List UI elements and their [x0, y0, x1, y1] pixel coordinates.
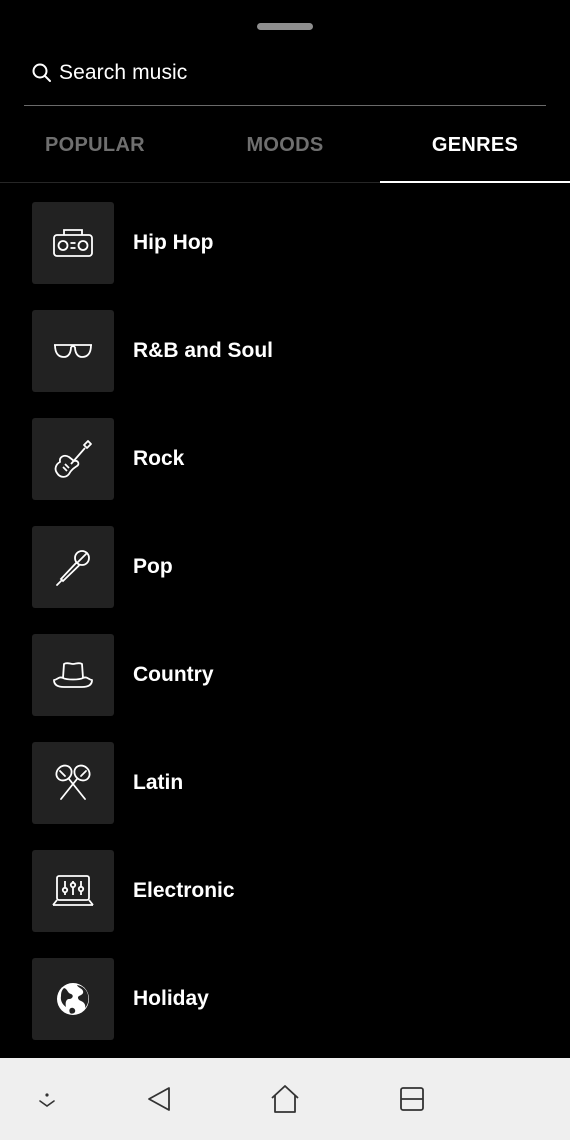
cowboy-hat-icon [53, 662, 93, 688]
genre-tile [32, 742, 114, 824]
tab-popular[interactable]: POPULAR [0, 108, 190, 182]
genre-item-electronic[interactable]: Electronic [32, 850, 532, 932]
genre-item-rock[interactable]: Rock [32, 418, 532, 500]
genre-label: Electronic [133, 879, 235, 902]
genre-item-latin[interactable]: Latin [32, 742, 532, 824]
genre-label: Pop [133, 555, 173, 578]
search-icon [31, 62, 53, 84]
back-button[interactable] [139, 1079, 179, 1119]
microphone-icon [56, 550, 90, 586]
sheet-drag-handle[interactable] [257, 23, 313, 30]
genre-tile [32, 526, 114, 608]
globe-icon [57, 983, 89, 1015]
genre-label: Hip Hop [133, 231, 214, 254]
genre-label: Country [133, 663, 214, 686]
recents-icon [400, 1087, 424, 1111]
genre-tile [32, 634, 114, 716]
back-icon [148, 1087, 170, 1111]
genre-tile [32, 202, 114, 284]
genre-tile [32, 310, 114, 392]
system-navigation-bar [0, 1058, 570, 1140]
genre-label: R&B and Soul [133, 339, 273, 362]
notification-dot-icon [39, 1093, 55, 1107]
search-input[interactable]: Search music [59, 61, 187, 85]
genre-item-hip-hop[interactable]: Hip Hop [32, 202, 532, 284]
genre-tile [32, 418, 114, 500]
maracas-icon [55, 764, 91, 800]
genre-label: Latin [133, 771, 184, 794]
boombox-icon [53, 229, 93, 257]
home-button[interactable] [265, 1079, 305, 1119]
genre-item-pop[interactable]: Pop [32, 526, 532, 608]
genre-item-holiday[interactable]: Holiday [32, 958, 532, 1040]
category-tabs: POPULAR MOODS GENRES [0, 108, 570, 183]
home-icon [271, 1085, 299, 1113]
genre-label: Holiday [133, 987, 209, 1010]
genre-tile [32, 958, 114, 1040]
tab-moods[interactable]: MOODS [190, 108, 380, 182]
notification-dot-button[interactable] [27, 1079, 67, 1119]
mixer-laptop-icon [52, 875, 94, 906]
genre-tile [32, 850, 114, 932]
electric-guitar-icon [54, 440, 92, 478]
recents-button[interactable] [392, 1079, 432, 1119]
tab-genres[interactable]: GENRES [380, 108, 570, 183]
search-bar[interactable]: Search music [24, 40, 546, 106]
genre-item-country[interactable]: Country [32, 634, 532, 716]
genre-item-rnb-soul[interactable]: R&B and Soul [32, 310, 532, 392]
genre-label: Rock [133, 447, 185, 470]
sunglasses-icon [54, 344, 92, 358]
